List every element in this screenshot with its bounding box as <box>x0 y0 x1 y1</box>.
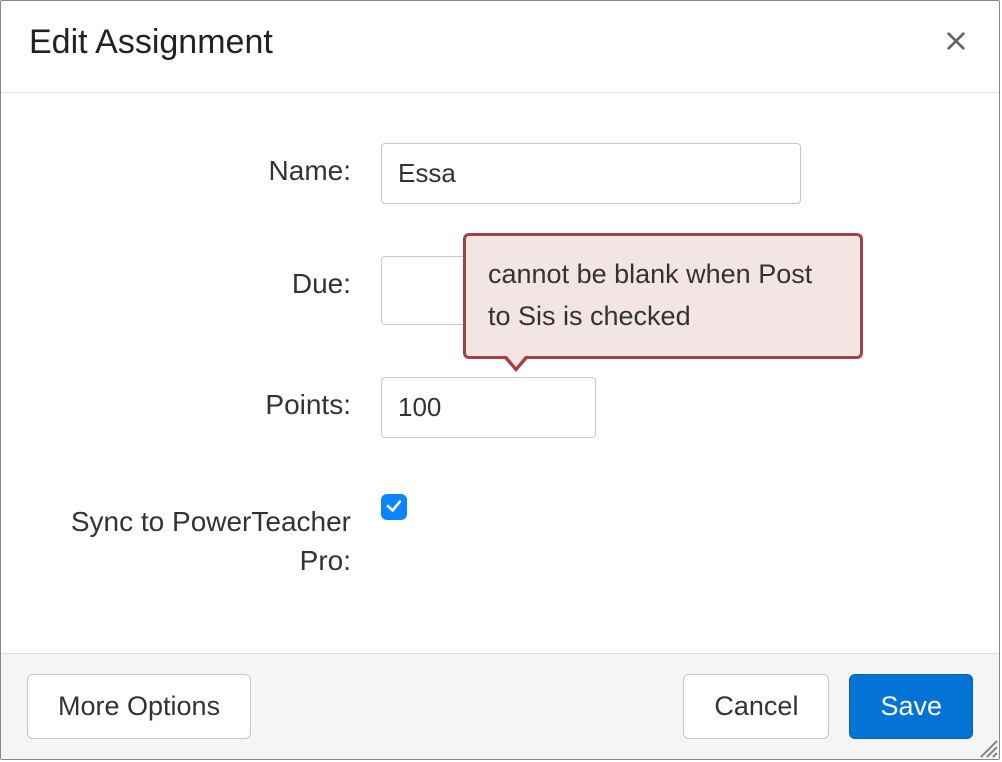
due-label: Due: <box>41 256 381 300</box>
save-button[interactable]: Save <box>849 674 973 739</box>
validation-tooltip-text: cannot be blank when Post to Sis is chec… <box>488 259 812 331</box>
dialog-titlebar: Edit Assignment <box>1 1 999 93</box>
dialog-footer: More Options Cancel Save <box>1 653 999 759</box>
name-input[interactable] <box>381 143 801 204</box>
tooltip-arrow-icon <box>502 356 530 372</box>
assignment-form: Name: Due: <box>1 93 999 650</box>
validation-tooltip: cannot be blank when Post to Sis is chec… <box>463 233 863 359</box>
close-button[interactable] <box>941 26 971 60</box>
points-label: Points: <box>41 377 381 421</box>
points-input[interactable] <box>381 377 596 438</box>
edit-assignment-dialog: Edit Assignment cannot be blank when Pos… <box>0 0 1000 760</box>
sync-checkbox[interactable] <box>381 494 407 520</box>
close-icon <box>945 28 967 58</box>
name-label: Name: <box>41 143 381 187</box>
cancel-button[interactable]: Cancel <box>683 674 829 739</box>
name-row: Name: <box>41 143 959 204</box>
check-icon <box>385 497 403 518</box>
resize-grip-icon[interactable] <box>975 735 999 759</box>
more-options-button[interactable]: More Options <box>27 674 251 739</box>
points-row: Points: <box>41 377 959 438</box>
dialog-title: Edit Assignment <box>29 23 273 62</box>
sync-label: Sync to PowerTeacher Pro: <box>41 490 381 580</box>
dialog-body-scroll[interactable]: Name: Due: <box>1 93 999 653</box>
sync-row: Sync to PowerTeacher Pro: <box>41 490 959 580</box>
